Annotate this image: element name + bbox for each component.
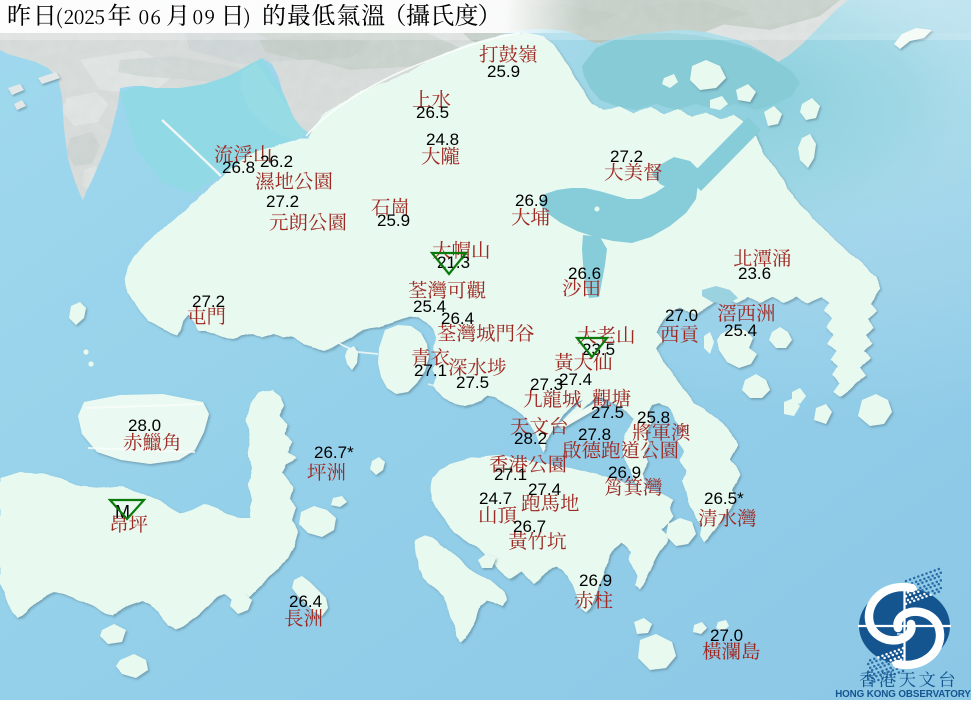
svg-text:27.4: 27.4 bbox=[528, 480, 561, 499]
svg-text:28.0: 28.0 bbox=[128, 416, 161, 435]
svg-text:27.3: 27.3 bbox=[530, 375, 563, 394]
svg-text:26.7: 26.7 bbox=[513, 517, 546, 536]
svg-text:26.4: 26.4 bbox=[441, 309, 474, 328]
svg-text:HONG KONG OBSERVATORY: HONG KONG OBSERVATORY bbox=[835, 689, 971, 700]
svg-text:27.1: 27.1 bbox=[494, 465, 527, 484]
svg-text:27.2: 27.2 bbox=[610, 147, 643, 166]
svg-text:26.5: 26.5 bbox=[416, 103, 449, 122]
svg-text:27.2: 27.2 bbox=[192, 292, 225, 311]
svg-text:24.7: 24.7 bbox=[479, 489, 512, 508]
svg-text:26.9: 26.9 bbox=[515, 191, 548, 210]
svg-text:26.4: 26.4 bbox=[289, 592, 322, 611]
svg-text:27.5: 27.5 bbox=[456, 373, 489, 392]
svg-text:27.2: 27.2 bbox=[266, 192, 299, 211]
svg-text:26.9: 26.9 bbox=[608, 463, 641, 482]
svg-text:28.2: 28.2 bbox=[514, 429, 547, 448]
svg-text:26.9: 26.9 bbox=[579, 571, 612, 590]
svg-text:25.9: 25.9 bbox=[377, 211, 410, 230]
svg-text:27.8: 27.8 bbox=[578, 425, 611, 444]
svg-text:26.8: 26.8 bbox=[222, 158, 255, 177]
svg-text:27.1: 27.1 bbox=[414, 361, 447, 380]
svg-text:24.8: 24.8 bbox=[426, 130, 459, 149]
svg-text:27.5: 27.5 bbox=[591, 403, 624, 422]
svg-text:27.4: 27.4 bbox=[559, 370, 592, 389]
svg-text:26.6: 26.6 bbox=[568, 264, 601, 283]
svg-text:27.0: 27.0 bbox=[665, 306, 698, 325]
svg-text:25.9: 25.9 bbox=[487, 62, 520, 81]
svg-text:25.8: 25.8 bbox=[637, 408, 670, 427]
svg-text:27.0: 27.0 bbox=[710, 626, 743, 645]
svg-text:23.6: 23.6 bbox=[738, 264, 771, 283]
svg-text:25.4: 25.4 bbox=[724, 321, 757, 340]
svg-text:26.7*: 26.7* bbox=[314, 443, 354, 462]
svg-text:26.2: 26.2 bbox=[260, 152, 293, 171]
svg-text:26.5*: 26.5* bbox=[704, 489, 744, 508]
